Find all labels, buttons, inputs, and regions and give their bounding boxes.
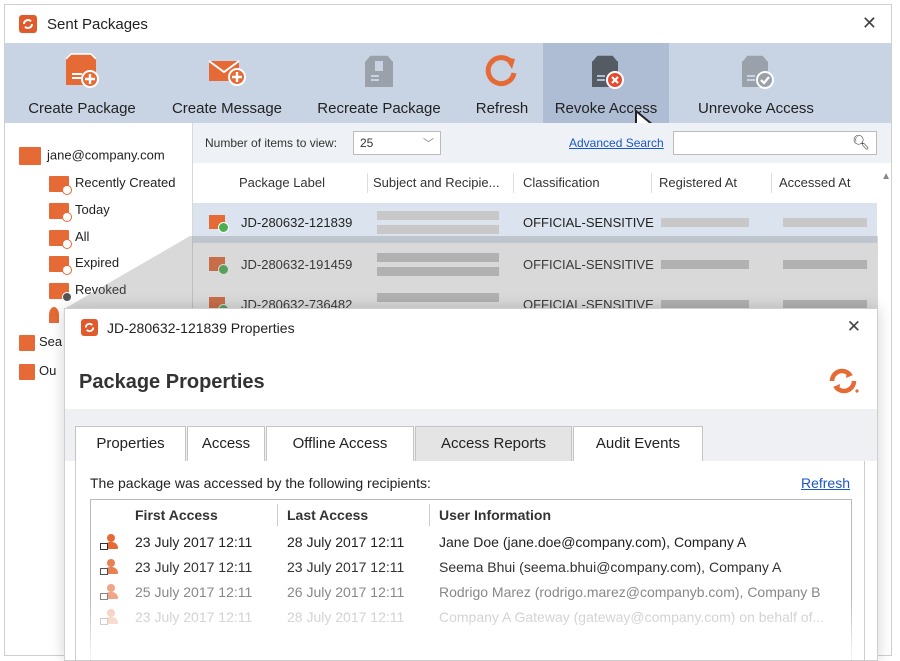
packages-header: Package Label Subject and Recipie... Cla… — [193, 167, 877, 197]
refresh-icon — [485, 55, 517, 87]
create-message-icon — [208, 60, 246, 86]
folder-clock-icon — [49, 202, 72, 222]
tab-access[interactable]: Access — [187, 426, 265, 462]
advanced-search-link[interactable]: Advanced Search — [569, 136, 664, 150]
redacted-bar — [377, 293, 499, 302]
scroll-up-icon[interactable]: ▲ — [881, 171, 891, 182]
user-computer-icon — [100, 609, 119, 626]
access-reports-panel: The package was accessed by the followin… — [75, 461, 865, 661]
close-icon[interactable]: ✕ — [847, 317, 861, 337]
create-package-icon — [65, 53, 99, 88]
search-icon[interactable]: 🔍︎ — [852, 134, 870, 151]
redacted-bar — [377, 225, 499, 234]
refresh-button[interactable]: Refresh — [467, 43, 537, 123]
folder-outbox-icon — [19, 363, 35, 380]
unrevoke-access-button[interactable]: Unrevoke Access — [687, 43, 825, 123]
dialog-title: JD-280632-121839 Properties — [107, 320, 295, 336]
create-package-button[interactable]: Create Package — [19, 43, 145, 123]
title-bar: Sent Packages ✕ — [5, 5, 891, 43]
folder-clock-icon — [49, 229, 72, 249]
tree-item-revoked[interactable]: Revoked — [49, 282, 126, 302]
properties-dialog: JD-280632-121839 Properties ✕ Package Pr… — [64, 308, 878, 661]
recreate-package-button[interactable]: Recreate Package — [309, 43, 449, 123]
col-user-information[interactable]: User Information — [439, 507, 551, 523]
report-header: First Access Last Access User Informatio… — [91, 500, 851, 528]
tree-item-expired[interactable]: Expired — [49, 255, 119, 275]
window-title: Sent Packages — [47, 16, 148, 33]
tab-audit-events[interactable]: Audit Events — [573, 426, 703, 462]
tree-item-outbox[interactable]: Ou — [19, 363, 56, 380]
ribbon-toolbar: Create Package Create Message Recreate P… — [5, 43, 891, 146]
access-report-table: First Access Last Access User Informatio… — [90, 499, 852, 661]
recreate-package-icon — [364, 54, 394, 87]
col-subject[interactable]: Subject and Recipie... — [373, 175, 499, 190]
unrevoke-access-icon — [741, 54, 774, 89]
folder-icon — [49, 306, 59, 323]
items-count-label: Number of items to view: — [205, 136, 338, 150]
col-package-label[interactable]: Package Label — [239, 175, 325, 190]
package-row[interactable]: JD-280632-191459 OFFICIAL-SENSITIVE — [193, 245, 877, 285]
redacted-bar — [377, 267, 499, 276]
folder-clock-icon — [49, 255, 72, 275]
tree-item-today[interactable]: Today — [49, 202, 110, 222]
user-computer-icon — [100, 534, 119, 551]
tree-account[interactable]: jane@company.com — [19, 147, 165, 165]
package-ok-icon — [209, 215, 229, 233]
app-logo-icon — [81, 319, 98, 336]
access-message: The package was accessed by the followin… — [90, 475, 431, 491]
col-last-access[interactable]: Last Access — [287, 507, 368, 523]
folder-revoked-icon — [49, 282, 72, 302]
tab-offline-access[interactable]: Offline Access — [266, 426, 414, 462]
dialog-heading: Package Properties — [79, 371, 265, 393]
package-ok-icon — [209, 257, 229, 275]
create-message-button[interactable]: Create Message — [165, 43, 289, 123]
col-classification[interactable]: Classification — [523, 175, 600, 190]
tree-item-search[interactable]: Sea — [19, 334, 62, 351]
redacted-bar — [783, 218, 867, 227]
report-row[interactable]: 23 July 2017 12:11 28 July 2017 12:11 Ja… — [91, 530, 851, 555]
app-logo-icon — [19, 15, 37, 33]
folder-icon — [19, 147, 41, 165]
col-first-access[interactable]: First Access — [135, 507, 218, 523]
tree-item-recently-created[interactable]: Recently Created — [49, 175, 175, 195]
user-computer-icon — [100, 559, 119, 576]
redacted-bar — [661, 218, 749, 227]
redacted-bar — [377, 211, 499, 220]
folder-clock-icon — [49, 175, 72, 195]
folder-search-icon — [19, 334, 35, 351]
filter-bar: Number of items to view: 25 ﹀ Advanced S… — [193, 123, 891, 163]
col-accessed-at[interactable]: Accessed At — [779, 175, 851, 190]
items-count-select[interactable]: 25 ﹀ — [353, 131, 441, 155]
redacted-bar — [783, 260, 867, 269]
user-computer-icon — [100, 584, 119, 601]
tab-access-reports[interactable]: Access Reports — [415, 426, 572, 462]
chevron-down-icon: ﹀ — [423, 138, 434, 150]
col-registered-at[interactable]: Registered At — [659, 175, 737, 190]
redacted-bar — [377, 253, 499, 262]
search-input[interactable]: 🔍︎ — [673, 131, 877, 155]
revoke-access-icon — [591, 54, 624, 89]
refresh-link[interactable]: Refresh — [801, 475, 850, 491]
tree-item-partial[interactable] — [49, 306, 65, 323]
redacted-bar — [661, 260, 749, 269]
tab-bar: Properties Access Offline Access Access … — [65, 409, 877, 462]
report-row[interactable]: 23 July 2017 12:11 23 July 2017 12:11 Se… — [91, 555, 851, 580]
tab-properties[interactable]: Properties — [75, 426, 186, 462]
report-row[interactable]: 23 July 2017 12:11 28 July 2017 12:11 Co… — [91, 605, 851, 630]
report-row[interactable]: 25 July 2017 12:11 26 July 2017 12:11 Ro… — [91, 580, 851, 605]
brand-logo-icon — [829, 368, 859, 394]
close-icon[interactable]: ✕ — [862, 13, 877, 34]
tree-item-all[interactable]: All — [49, 229, 89, 249]
package-row[interactable]: JD-280632-121839 OFFICIAL-SENSITIVE — [193, 203, 877, 243]
